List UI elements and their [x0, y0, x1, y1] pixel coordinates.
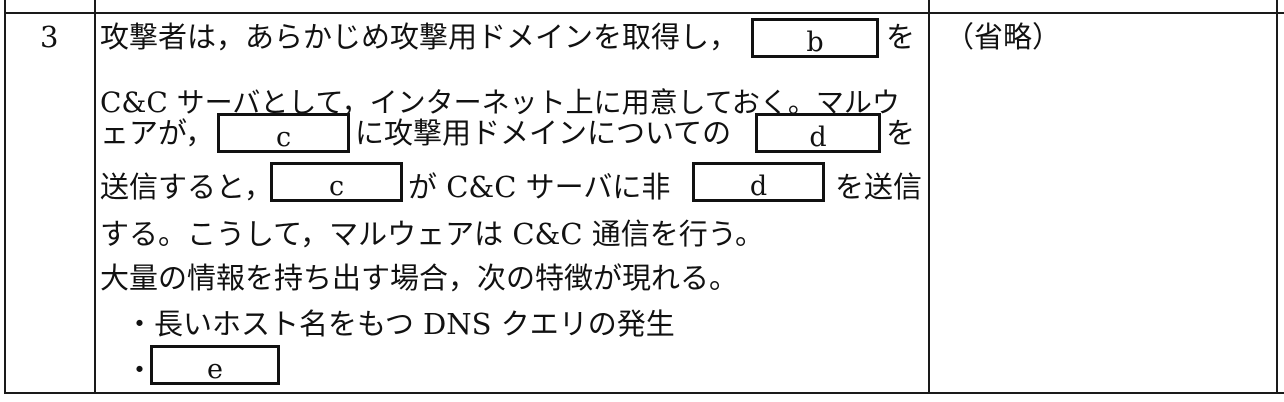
blank-b: b — [751, 18, 879, 58]
table-left-border — [4, 0, 6, 394]
table-bottom-border — [4, 392, 1284, 394]
note-cell: （省略） — [945, 20, 1062, 54]
blank-e: e — [150, 345, 280, 385]
line3-text-before: ェアが， — [100, 116, 215, 150]
row-number: 3 — [40, 20, 59, 54]
line5-text: する。こうして，マルウェアは C&C 通信を行う。 — [100, 217, 764, 251]
line6-text: 大量の情報を持ち出す場合，次の特徴が現れる。 — [100, 261, 739, 295]
line3-text-after: を — [886, 116, 916, 150]
line4-text-after: を送信 — [835, 170, 923, 204]
blank-d-first: d — [755, 113, 881, 153]
blank-d-second: d — [692, 162, 825, 202]
table-top-border — [4, 12, 1284, 14]
column-divider-note — [928, 0, 930, 394]
line3-text-middle: に攻撃用ドメインについての — [355, 116, 732, 150]
line4-text-before: 送信すると， — [100, 170, 273, 204]
line1-text-after: を — [886, 20, 916, 54]
table-right-border — [1276, 0, 1278, 394]
bullet-long-hostname: ・長いホスト名をもつ DNS クエリの発生 — [125, 307, 675, 341]
column-divider-number — [94, 0, 96, 394]
blank-c-first: c — [217, 113, 350, 153]
line1-text-before: 攻撃者は，あらかじめ攻撃用ドメインを取得し， — [100, 20, 739, 54]
line4-text-middle: が C&C サーバに非 — [408, 170, 671, 204]
blank-c-second: c — [270, 162, 403, 202]
